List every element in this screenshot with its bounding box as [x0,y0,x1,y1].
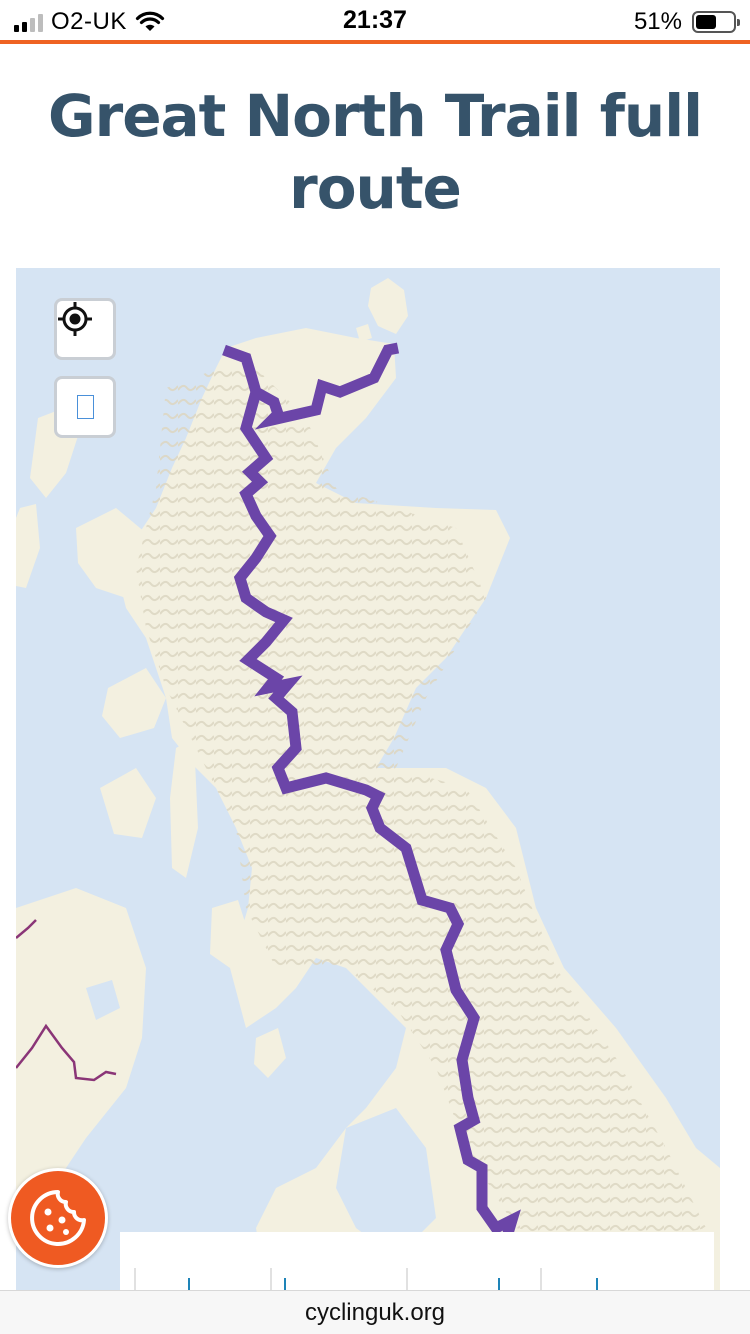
header-accent-line [0,40,750,44]
url-text[interactable]: cyclinguk.org [0,1299,750,1327]
scale-tick [188,1278,190,1290]
crosshair-target-icon [58,302,92,336]
battery-percentage: 51% [633,8,682,35]
map-canvas[interactable] [16,268,720,1290]
status-bar: O2-UK 21:37 51% [0,0,750,40]
square-outline-icon [76,395,94,419]
page-title: Great North Trail full route [48,82,703,222]
scale-tick [596,1278,598,1290]
scale-tick [498,1278,500,1290]
map-scale-bar [120,1232,714,1290]
island-mull [102,668,166,738]
cookie-icon [30,1190,86,1246]
land-northern-ireland [16,888,146,1208]
island-man [254,1028,286,1078]
cookie-settings-button[interactable] [8,1168,108,1268]
scale-tick [134,1268,136,1290]
fullscreen-control[interactable] [54,376,116,438]
status-right: 51% [633,8,740,36]
route-map[interactable] [16,268,720,1290]
scale-tick [540,1268,542,1290]
locate-control[interactable] [54,298,116,360]
scale-tick [406,1268,408,1290]
scale-tick [284,1278,286,1290]
island-hebrides-south [16,504,40,588]
battery-icon [692,11,740,33]
browser-address-bar[interactable]: cyclinguk.org [0,1290,750,1334]
island-islay [100,768,156,838]
scale-tick [270,1268,272,1290]
island-orkney [368,278,408,334]
